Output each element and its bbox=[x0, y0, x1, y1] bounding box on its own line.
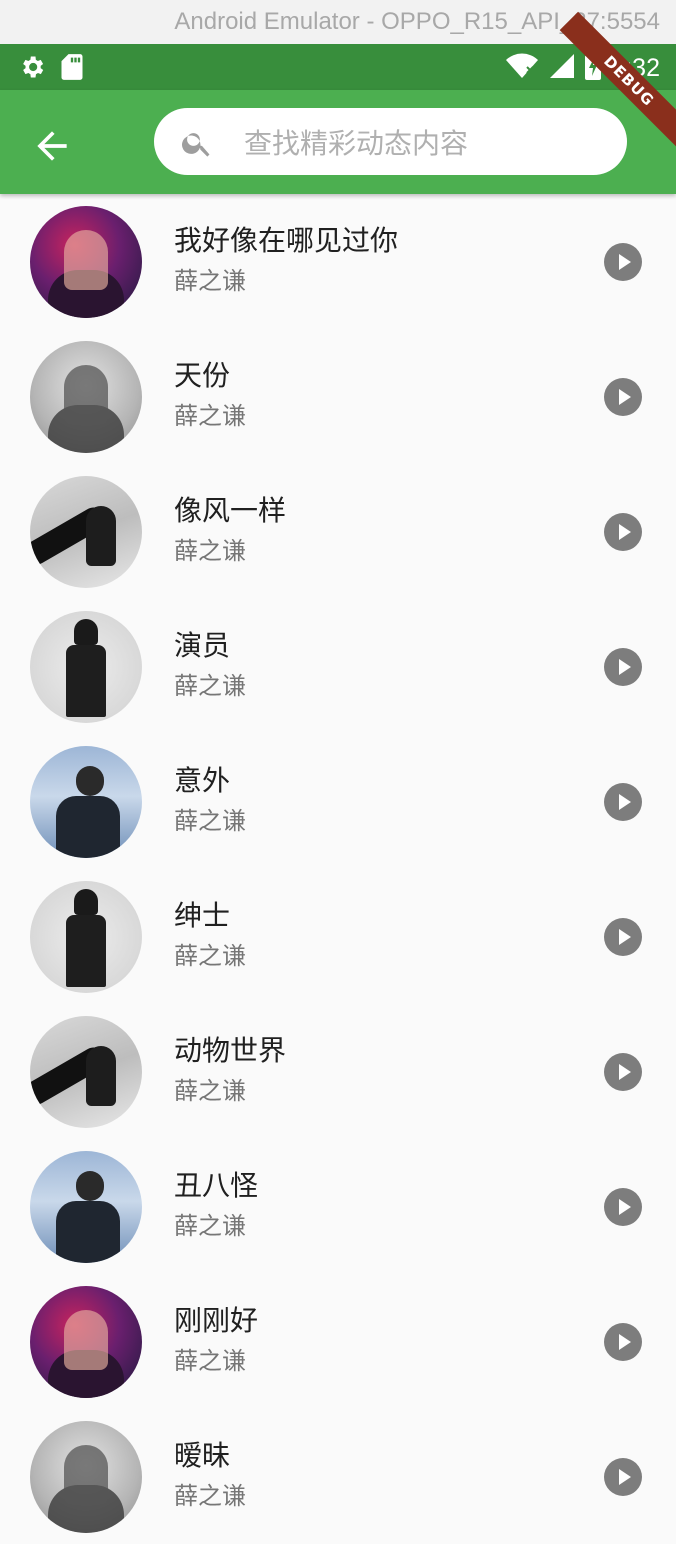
album-cover bbox=[30, 1286, 142, 1398]
play-icon bbox=[619, 1469, 631, 1485]
song-title: 动物世界 bbox=[174, 1034, 287, 1067]
album-cover bbox=[30, 611, 142, 723]
song-artist: 薛之谦 bbox=[174, 1077, 246, 1105]
album-cover bbox=[30, 206, 142, 318]
play-button[interactable] bbox=[604, 1323, 642, 1361]
album-cover bbox=[30, 341, 142, 453]
song-title: 丑八怪 bbox=[174, 1169, 259, 1202]
list-item[interactable]: 刚刚好 薛之谦 bbox=[0, 1274, 676, 1409]
play-icon bbox=[619, 794, 631, 810]
list-item[interactable]: 像风一样 薛之谦 bbox=[0, 464, 676, 599]
play-button[interactable] bbox=[604, 1458, 642, 1496]
song-artist: 薛之谦 bbox=[174, 1482, 246, 1510]
song-list[interactable]: 我好像在哪见过你 薛之谦 天份 薛之谦 像风一样 薛之谦 演员 薛之谦 意外 薛… bbox=[0, 194, 676, 1544]
album-cover bbox=[30, 746, 142, 858]
song-title: 意外 bbox=[174, 764, 231, 797]
list-item[interactable]: 绅士 薛之谦 bbox=[0, 869, 676, 1004]
play-icon bbox=[619, 524, 631, 540]
list-item[interactable]: 天份 薛之谦 bbox=[0, 329, 676, 464]
play-button[interactable] bbox=[604, 918, 642, 956]
album-cover bbox=[30, 1421, 142, 1533]
play-button[interactable] bbox=[604, 378, 642, 416]
play-button[interactable] bbox=[604, 243, 642, 281]
play-button[interactable] bbox=[604, 1053, 642, 1091]
search-box[interactable] bbox=[154, 108, 627, 175]
song-artist: 薛之谦 bbox=[174, 402, 246, 430]
album-cover bbox=[30, 1151, 142, 1263]
sd-card-icon bbox=[60, 53, 84, 85]
song-artist: 薛之谦 bbox=[174, 267, 246, 295]
song-title: 演员 bbox=[174, 629, 231, 662]
song-artist: 薛之谦 bbox=[174, 807, 246, 835]
back-button[interactable] bbox=[30, 124, 74, 168]
song-title: 刚刚好 bbox=[174, 1304, 259, 1337]
play-icon bbox=[619, 389, 631, 405]
list-item[interactable]: 意外 薛之谦 bbox=[0, 734, 676, 869]
album-cover bbox=[30, 1016, 142, 1128]
album-cover bbox=[30, 881, 142, 993]
song-artist: 薛之谦 bbox=[174, 1347, 246, 1375]
play-icon bbox=[619, 929, 631, 945]
list-item[interactable]: 演员 薛之谦 bbox=[0, 599, 676, 734]
search-icon bbox=[180, 126, 214, 164]
list-item[interactable]: 暧昧 薛之谦 bbox=[0, 1409, 676, 1544]
song-artist: 薛之谦 bbox=[174, 537, 246, 565]
list-item[interactable]: 动物世界 薛之谦 bbox=[0, 1004, 676, 1139]
search-input[interactable] bbox=[242, 122, 606, 164]
arrow-back-icon bbox=[30, 131, 74, 172]
play-icon bbox=[619, 1334, 631, 1350]
play-icon bbox=[619, 254, 631, 270]
wifi-icon bbox=[505, 53, 539, 83]
list-item[interactable]: 丑八怪 薛之谦 bbox=[0, 1139, 676, 1274]
song-title: 天份 bbox=[174, 359, 231, 392]
status-bar: 3:32 bbox=[0, 44, 676, 90]
play-button[interactable] bbox=[604, 513, 642, 551]
play-button[interactable] bbox=[604, 783, 642, 821]
play-icon bbox=[619, 1199, 631, 1215]
song-title: 我好像在哪见过你 bbox=[174, 224, 399, 257]
song-artist: 薛之谦 bbox=[174, 672, 246, 700]
play-button[interactable] bbox=[604, 648, 642, 686]
app-bar bbox=[0, 90, 676, 194]
settings-icon bbox=[18, 53, 46, 85]
song-title: 像风一样 bbox=[174, 494, 287, 527]
list-item[interactable]: 我好像在哪见过你 薛之谦 bbox=[0, 194, 676, 329]
song-title: 暧昧 bbox=[174, 1439, 231, 1472]
play-icon bbox=[619, 659, 631, 675]
signal-icon bbox=[549, 53, 575, 83]
play-button[interactable] bbox=[604, 1188, 642, 1226]
album-cover bbox=[30, 476, 142, 588]
song-title: 绅士 bbox=[174, 899, 231, 932]
song-artist: 薛之谦 bbox=[174, 942, 246, 970]
play-icon bbox=[619, 1064, 631, 1080]
song-artist: 薛之谦 bbox=[174, 1212, 246, 1240]
